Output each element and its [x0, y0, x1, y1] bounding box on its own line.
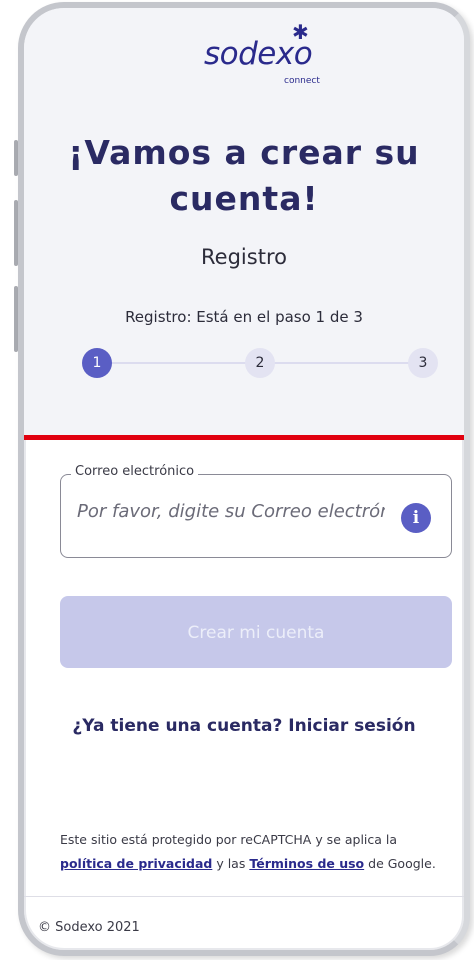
recaptcha-notice: Este sitio está protegido por reCAPTCHA …: [60, 828, 460, 876]
terms-of-use-link[interactable]: Términos de uso: [249, 856, 364, 871]
logo-subtitle: connect: [284, 76, 320, 86]
page-title: ¡Vamos a crear su cuenta!: [68, 133, 420, 218]
login-question: ¿Ya tiene una cuenta?: [72, 716, 283, 736]
step-2: 2: [245, 348, 275, 378]
email-input[interactable]: [77, 501, 385, 522]
copyright-text: © Sodexo 2021: [38, 920, 140, 935]
sodexo-logo[interactable]: sodexo ✱ connect: [204, 20, 324, 100]
step-1: 1: [82, 348, 112, 378]
footer-divider: [24, 896, 464, 897]
phone-frame: sodexo ✱ connect ¡Vamos a crear su cuent…: [18, 2, 470, 956]
header-section: sodexo ✱ connect ¡Vamos a crear su cuent…: [24, 8, 464, 438]
privacy-policy-link[interactable]: política de privacidad: [60, 856, 212, 871]
legal-text-after: de Google.: [368, 856, 436, 871]
email-field[interactable]: Correo electrónico i: [60, 464, 452, 558]
login-prompt: ¿Ya tiene una cuenta? Iniciar sesión: [24, 716, 464, 736]
login-link[interactable]: Iniciar sesión: [288, 716, 415, 736]
accent-divider: [24, 435, 464, 440]
step-3: 3: [408, 348, 438, 378]
step-indicator-text: Registro: Está en el paso 1 de 3: [125, 308, 363, 326]
info-icon[interactable]: i: [401, 503, 431, 533]
create-account-button[interactable]: Crear mi cuenta: [60, 596, 452, 668]
star-icon: ✱: [292, 20, 309, 44]
email-label: Correo electrónico: [71, 464, 199, 479]
legal-text-middle: y las: [216, 856, 246, 871]
legal-text-before: Este sitio está protegido por reCAPTCHA …: [60, 832, 398, 847]
page-subtitle: Registro: [201, 245, 287, 269]
